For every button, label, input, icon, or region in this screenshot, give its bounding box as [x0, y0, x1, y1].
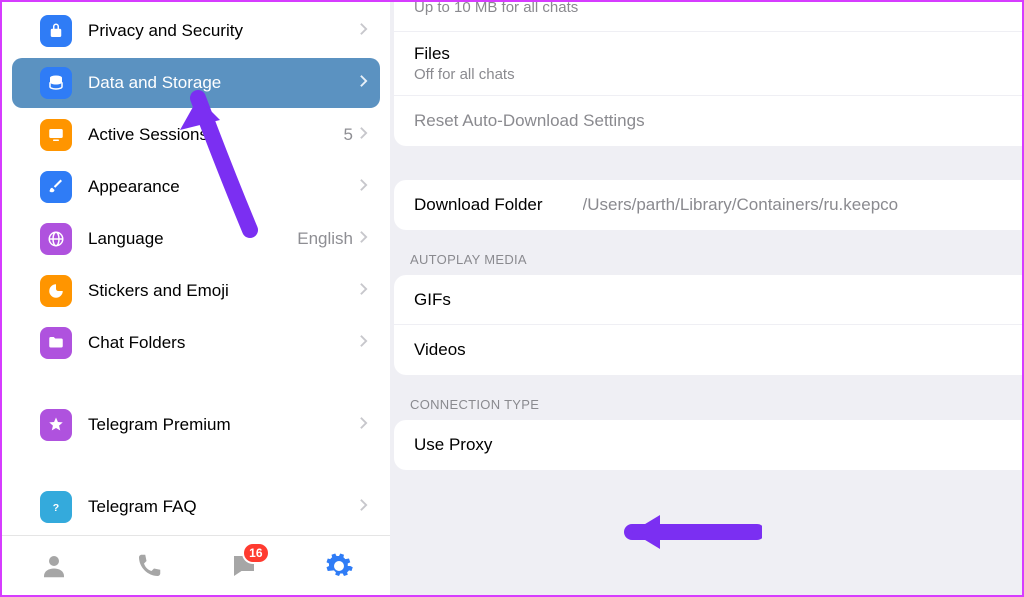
chevron-right-icon: [359, 74, 368, 93]
chevron-right-icon: [359, 230, 368, 249]
row-subtitle: Off for all chats: [414, 66, 515, 83]
sidebar-item-label: Telegram Premium: [88, 415, 359, 435]
row-label: Use Proxy: [414, 435, 492, 455]
chevron-right-icon: [359, 22, 368, 41]
sidebar-item-label: Data and Storage: [88, 73, 359, 93]
chevron-right-icon: [359, 126, 368, 145]
sidebar-item-label: Stickers and Emoji: [88, 281, 359, 301]
row-label: Videos: [414, 340, 466, 360]
row-subtitle: Up to 10 MB for all chats: [414, 2, 578, 16]
settings-sidebar: Privacy and Security Data and Storage Ac…: [2, 2, 390, 595]
sidebar-item-value: English: [297, 229, 353, 249]
tab-chats[interactable]: 16: [216, 544, 272, 588]
person-icon: [39, 551, 69, 581]
row-reset-auto-download[interactable]: Reset Auto-Download Settings: [394, 96, 1022, 146]
database-icon: [40, 67, 72, 99]
row-autoplay-videos[interactable]: Videos: [394, 325, 1022, 375]
brush-icon: [40, 171, 72, 203]
chat-badge: 16: [242, 542, 269, 564]
chevron-right-icon: [359, 178, 368, 197]
chevron-right-icon: [359, 498, 368, 517]
sidebar-item-language[interactable]: Language English: [12, 214, 380, 264]
row-auto-download-photos[interactable]: Up to 10 MB for all chats: [394, 2, 1022, 32]
row-download-folder[interactable]: Download Folder /Users/parth/Library/Con…: [394, 180, 1022, 230]
sidebar-item-label: Privacy and Security: [88, 21, 359, 41]
sidebar-item-stickers[interactable]: Stickers and Emoji: [12, 266, 380, 316]
chevron-right-icon: [359, 334, 368, 353]
lock-icon: [40, 15, 72, 47]
question-icon: ?: [40, 491, 72, 523]
sticker-icon: [40, 275, 72, 307]
row-label: Files: [414, 44, 450, 64]
section-header-connection: CONNECTION TYPE: [390, 375, 1022, 420]
phone-icon: [134, 551, 164, 581]
sidebar-item-faq[interactable]: ? Telegram FAQ: [12, 482, 380, 532]
gear-icon: [324, 551, 354, 581]
star-icon: [40, 409, 72, 441]
monitor-icon: [40, 119, 72, 151]
row-label: Download Folder: [414, 195, 543, 215]
sidebar-item-chat-folders[interactable]: Chat Folders: [12, 318, 380, 368]
sidebar-item-value: 5: [344, 125, 353, 145]
row-use-proxy[interactable]: Use Proxy: [394, 420, 1022, 470]
bottom-tabbar: 16: [2, 535, 390, 595]
sidebar-item-appearance[interactable]: Appearance: [12, 162, 380, 212]
sidebar-item-privacy[interactable]: Privacy and Security: [12, 6, 380, 56]
settings-content: Up to 10 MB for all chats Files Off for …: [390, 2, 1022, 595]
row-label: GIFs: [414, 290, 451, 310]
sidebar-item-label: Chat Folders: [88, 333, 359, 353]
sidebar-item-premium[interactable]: Telegram Premium: [12, 400, 380, 450]
sidebar-item-active-sessions[interactable]: Active Sessions 5: [12, 110, 380, 160]
row-label: Reset Auto-Download Settings: [414, 111, 645, 131]
globe-icon: [40, 223, 72, 255]
folder-icon: [40, 327, 72, 359]
tab-settings[interactable]: [311, 544, 367, 588]
sidebar-item-label: Appearance: [88, 177, 359, 197]
chevron-right-icon: [359, 282, 368, 301]
svg-text:?: ?: [53, 502, 59, 514]
tab-calls[interactable]: [121, 544, 177, 588]
tab-contacts[interactable]: [26, 544, 82, 588]
sidebar-item-label: Language: [88, 229, 297, 249]
row-auto-download-files[interactable]: Files Off for all chats: [394, 32, 1022, 96]
row-value: /Users/parth/Library/Containers/ru.keepc…: [583, 195, 899, 215]
sidebar-item-label: Active Sessions: [88, 125, 344, 145]
section-header-autoplay: AUTOPLAY MEDIA: [390, 230, 1022, 275]
sidebar-item-label: Telegram FAQ: [88, 497, 359, 517]
row-autoplay-gifs[interactable]: GIFs: [394, 275, 1022, 325]
sidebar-item-data-storage[interactable]: Data and Storage: [12, 58, 380, 108]
chevron-right-icon: [359, 416, 368, 435]
